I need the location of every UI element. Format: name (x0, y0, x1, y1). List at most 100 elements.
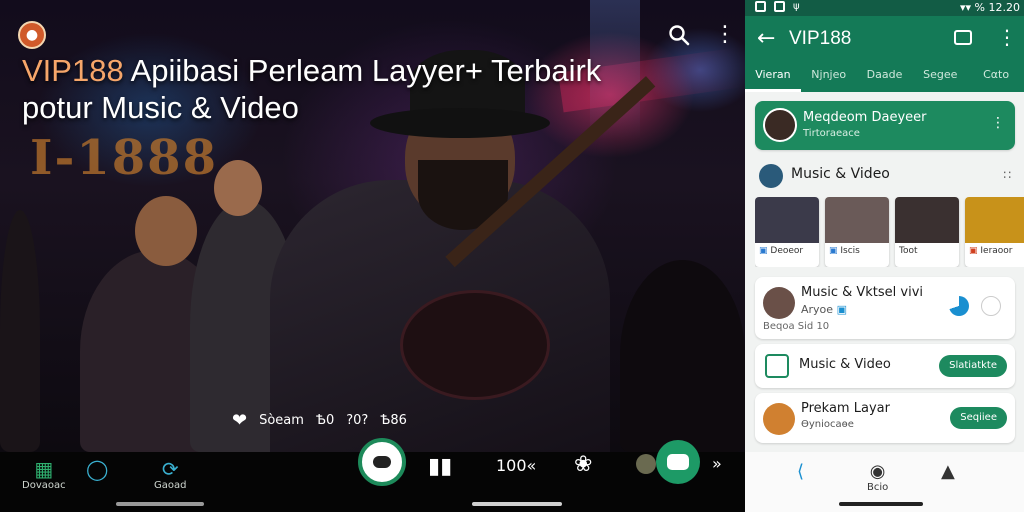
phone-app: ψ ▾▾ % 12.20 ← VIP188 ⋮ Vieran Njnjeo Da… (745, 0, 1024, 512)
title-brand: VIP188 (22, 53, 124, 88)
thumbnail-label: ▣ Iscis (825, 243, 889, 259)
phone-nav-bar: ⟨ ◉ Bcio ▲ (745, 452, 1024, 512)
back-arrow-icon[interactable]: ← (757, 26, 775, 51)
screen: I-1888 ● VIP188 Apiibasi Perleam Layyer+… (0, 0, 1024, 512)
play-badge-icon: ▣ (829, 246, 838, 256)
tab-4[interactable]: Cαto (968, 62, 1024, 92)
list-item-title: Music & Vktsel vivi (801, 285, 924, 300)
heart-icon[interactable]: ❤ (232, 410, 247, 431)
background-sign: I-1888 (30, 130, 218, 186)
message-icon (667, 454, 689, 470)
progress-ring-icon[interactable] (949, 296, 969, 316)
status-bar: ψ ▾▾ % 12.20 (745, 0, 1024, 16)
more-vertical-icon[interactable]: ⋮ (991, 115, 1005, 131)
avatar (763, 287, 795, 319)
video-thumbnail[interactable]: ▣ Ieraoor (965, 197, 1024, 267)
search-icon[interactable] (668, 24, 690, 46)
section-title: Music & Video (791, 166, 890, 182)
guitar (400, 290, 550, 400)
speed-display[interactable]: 100« (496, 456, 536, 475)
chat-icon[interactable] (954, 30, 972, 45)
tab-3[interactable]: Segee (912, 62, 968, 92)
list-item-meta: Beqoa Sid 10 (763, 321, 830, 332)
play-badge-icon: ▣ (759, 246, 768, 256)
featured-player-card[interactable]: Meqdeom Daeyeer Tirtoraeace ⋮ (755, 101, 1015, 150)
hero-title: Meqdeom Daeyeer (803, 110, 927, 125)
grid-icon[interactable]: ∷ (1003, 168, 1011, 182)
refresh-icon: ⟳ (161, 457, 179, 481)
video-thumbnail[interactable]: ▣ Deoeor (755, 197, 819, 267)
video-thumbnail[interactable]: ▣ Iscis (825, 197, 889, 267)
thumbnail-label: ▣ Deoeor (755, 243, 819, 259)
list-item[interactable]: Music & Video Slatiatkte (755, 344, 1015, 388)
list-item-title: Prekam Layar (801, 401, 890, 416)
equalizer-button[interactable]: ▮▮ (428, 456, 452, 478)
stat-text: Sòeam (259, 413, 304, 428)
band-member-head (214, 160, 262, 216)
thumbnail-label: ▣ Ieraoor (965, 243, 1024, 259)
video-thumbnail[interactable]: Toot (895, 197, 959, 267)
tab-bar: Vieran Njnjeo Daade Segee Cαto (745, 62, 1024, 92)
tab-1[interactable]: Njnjeo (801, 62, 857, 92)
section-header: Music & Video ∷ (755, 160, 1015, 190)
channel-avatar[interactable]: ● (18, 21, 46, 49)
list-item-subtitle: Ѳyniocaѳe (801, 419, 854, 430)
video-stats: ❤ Sòeam Ѣ0 ?0? Ѣ86 (232, 410, 407, 431)
app-title: VIP188 (789, 28, 852, 49)
play-badge-icon: ▣ (969, 246, 978, 256)
more-vertical-icon[interactable]: ⋮ (997, 25, 1017, 49)
play-button[interactable] (358, 438, 406, 486)
thumbnail-image (825, 197, 889, 243)
signal-icon: ▾▾ % (960, 1, 985, 14)
video-player[interactable]: I-1888 ● VIP188 Apiibasi Perleam Layyer+… (0, 0, 745, 452)
refresh-button[interactable]: ⟳ Gaoad (154, 458, 186, 491)
thumbnail-image (895, 197, 959, 243)
nav-back-button[interactable]: ⟨ (797, 462, 804, 482)
thumb-icon: ▲ (941, 461, 955, 482)
app-bar: ← VIP188 ⋮ (745, 16, 1024, 62)
action-button[interactable]: Seqiiee (950, 407, 1007, 429)
list-item[interactable]: Prekam Layar Ѳyniocaѳe Seqiiee (755, 393, 1015, 443)
settings-icon: ❀ (574, 452, 593, 477)
tab-2[interactable]: Daade (857, 62, 913, 92)
thumbnail-text: Ieraoor (980, 246, 1013, 256)
chat-button[interactable]: ◯ (86, 458, 108, 480)
more-vertical-icon[interactable]: ⋮ (714, 22, 736, 48)
avatar (763, 108, 797, 142)
nav-label: Bcio (867, 482, 889, 493)
play-icon (373, 456, 391, 468)
thumbnail-label: Toot (895, 243, 959, 259)
hero-subtitle: Tirtoraeace (803, 128, 860, 139)
avatar-icon (636, 454, 656, 474)
collapse-button[interactable]: » (712, 454, 722, 473)
download-button[interactable]: ▦ Dovaoac (22, 458, 66, 491)
user-avatar-button[interactable] (636, 454, 656, 474)
download-icon: ▦ (34, 457, 54, 481)
stat-text: ?0? (346, 413, 369, 428)
toggle-circle-icon[interactable] (981, 296, 1001, 316)
refresh-label: Gaoad (154, 480, 187, 491)
thumbnail-text: Deoeor (770, 246, 804, 256)
band-member-head (135, 196, 197, 266)
list-item[interactable]: Music & Vktsel vivi Aryoe ▣ Beqoa Sid 10 (755, 277, 1015, 339)
chat-fab[interactable] (656, 440, 700, 484)
home-indicator (116, 502, 204, 506)
verified-icon: ▣ (836, 303, 847, 316)
section-avatar (759, 164, 783, 188)
nav-profile-button[interactable]: ◉ Bcio (867, 461, 889, 494)
band-member (0, 210, 40, 452)
video-thumbnail-strip: ▣ Deoeor ▣ Iscis Toot ▣ Ieraoor (755, 197, 1024, 267)
stat-text: Ѣ0 (315, 413, 335, 428)
tab-0[interactable]: Vieran (745, 62, 801, 92)
nav-like-button[interactable]: ▲ (941, 462, 955, 482)
download-label: Dovaoac (22, 480, 66, 491)
settings-button[interactable]: ❀ (574, 454, 592, 476)
usb-icon: ψ (793, 1, 800, 12)
back-icon: ⟨ (797, 461, 805, 482)
clock: 12.20 (988, 1, 1021, 14)
thumbnail-text: Toot (899, 246, 918, 256)
home-indicator (839, 502, 923, 506)
notification-icon (774, 1, 785, 12)
action-button[interactable]: Slatiatkte (939, 355, 1007, 377)
profile-icon: ◉ (869, 461, 886, 482)
